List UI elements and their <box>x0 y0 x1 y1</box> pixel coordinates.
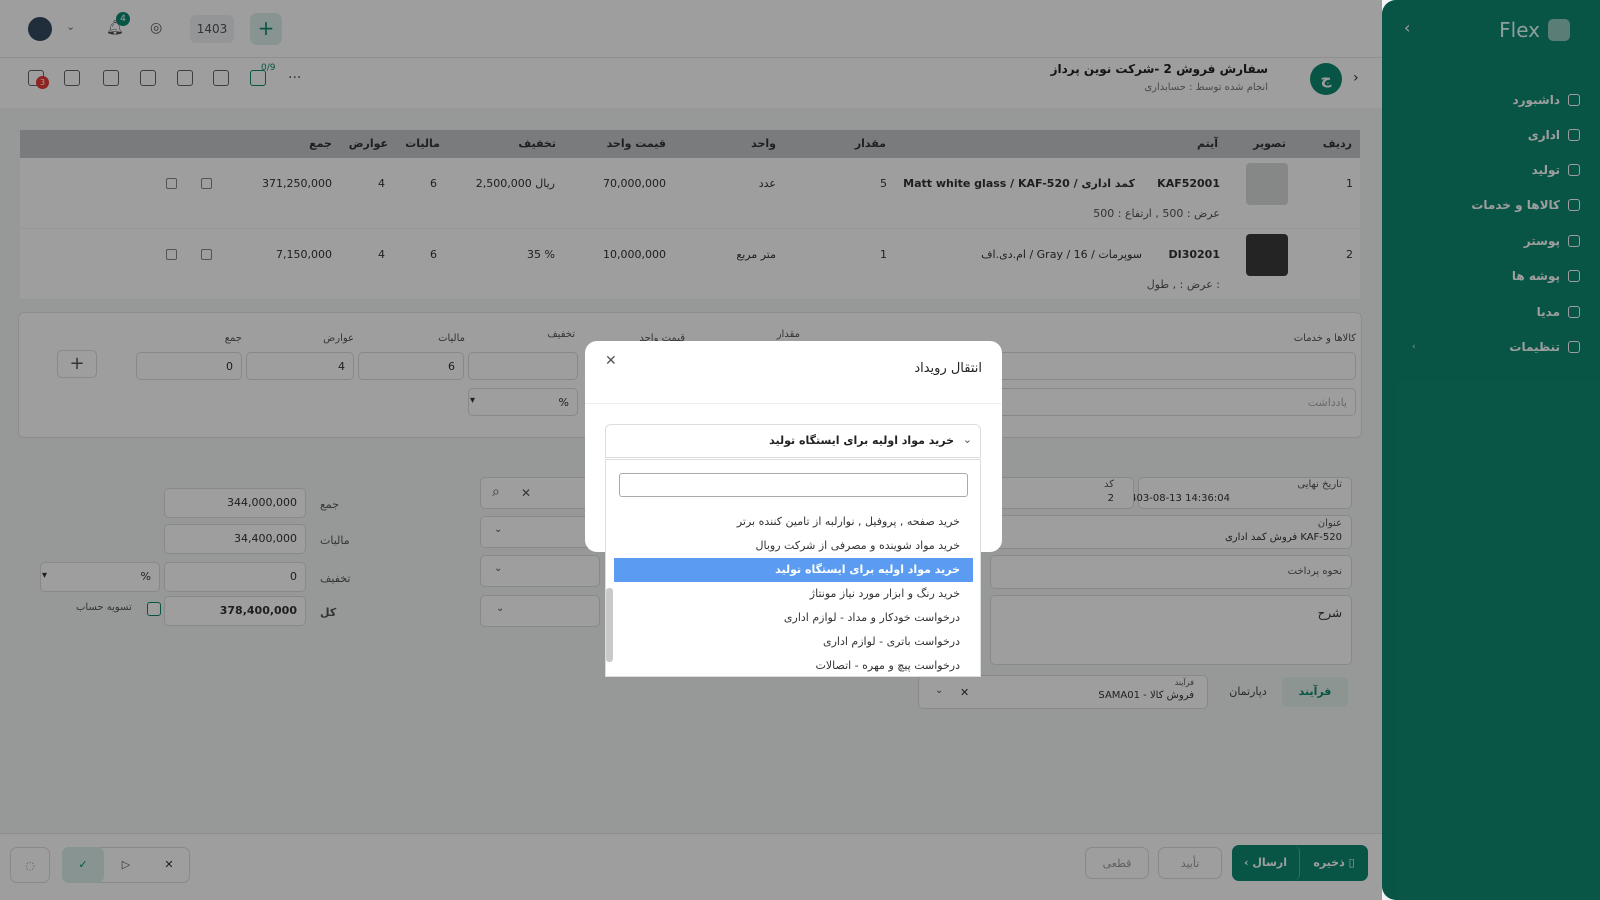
dropdown-option[interactable]: درخواست باتری - لوازم اداری <box>614 630 973 654</box>
event-select-value: خرید مواد اولیه برای ایستگاه تولید <box>769 434 954 447</box>
dropdown-scrollbar[interactable] <box>606 588 613 662</box>
dropdown-option[interactable]: خرید مواد شوینده و مصرفی از شرکت روبال <box>614 534 973 558</box>
dropdown-option[interactable]: خرید صفحه , پروفیل , نوارلبه از تامین کن… <box>614 510 973 534</box>
event-dropdown: خرید صفحه , پروفیل , نوارلبه از تامین کن… <box>605 459 981 677</box>
dropdown-search-input[interactable] <box>619 473 968 497</box>
modal-divider <box>585 403 1002 404</box>
chevron-down-icon: ⌄ <box>962 433 972 446</box>
dropdown-option[interactable]: درخواست خودکار و مداد - لوازم اداری <box>614 606 973 630</box>
modal-backdrop-sidebar[interactable] <box>1382 0 1600 900</box>
modal-title: انتقال رویداد <box>914 361 982 376</box>
event-select[interactable]: خرید مواد اولیه برای ایستگاه تولید ⌄ <box>605 424 981 458</box>
dropdown-option[interactable]: خرید رنگ و ابزار مورد نیاز مونتاژ <box>614 582 973 606</box>
close-icon[interactable]: ✕ <box>605 353 617 369</box>
dropdown-option-selected[interactable]: خرید مواد اولیه برای ایستگاه تولید <box>614 558 973 582</box>
dropdown-option[interactable]: درخواست پیچ و مهره - اتصالات <box>614 654 973 676</box>
